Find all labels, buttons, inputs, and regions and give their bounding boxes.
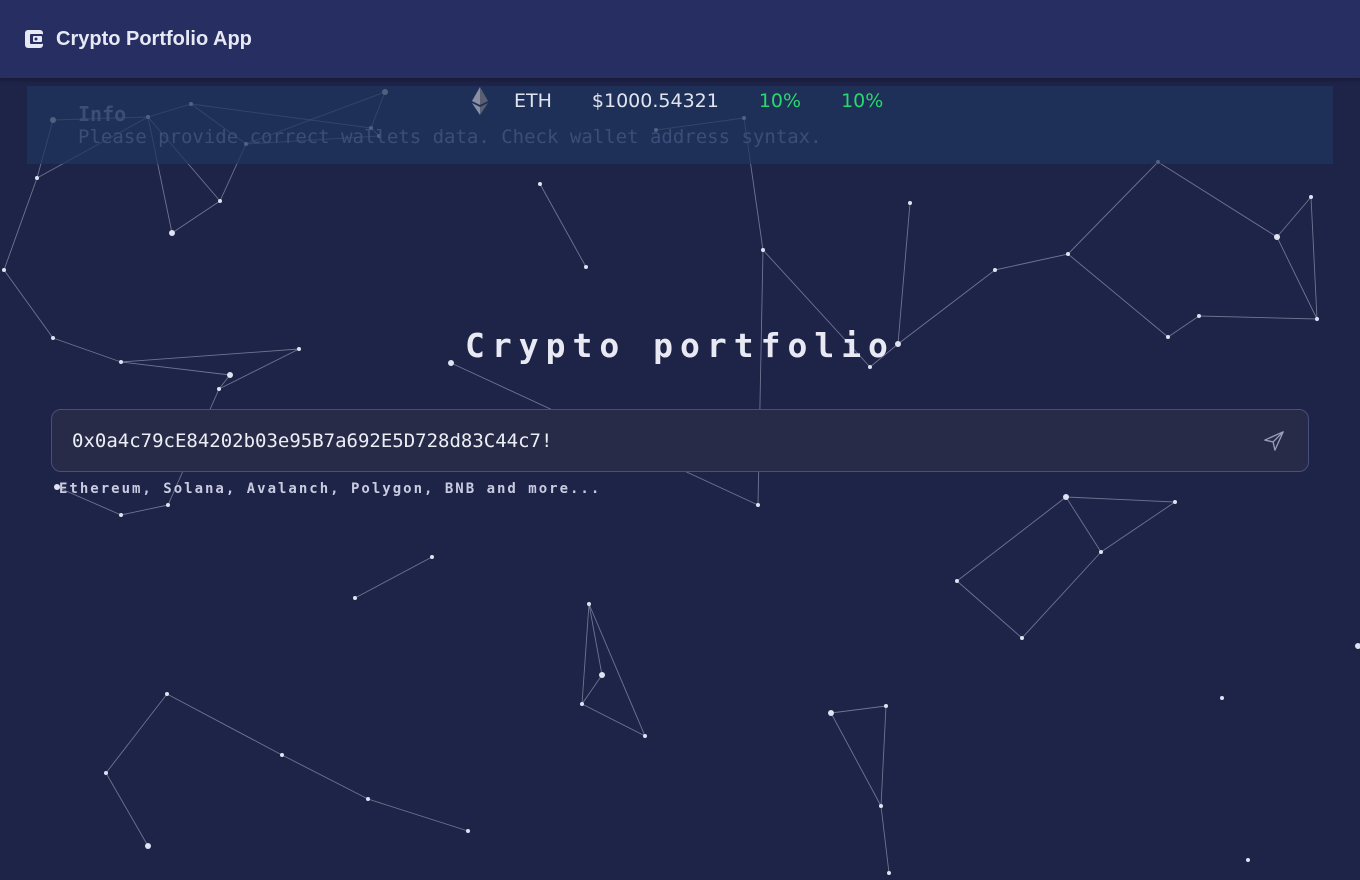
network-link [120, 504, 169, 516]
info-alert-title: Info [78, 102, 127, 126]
network-link [367, 798, 469, 832]
send-button[interactable] [1254, 421, 1294, 461]
network-link [588, 603, 646, 737]
network-link [105, 772, 149, 847]
network-link [588, 603, 603, 676]
network-node [1315, 317, 1319, 321]
network-link [1276, 196, 1312, 238]
network-link [281, 754, 369, 800]
ticker-symbol: ETH [514, 90, 552, 112]
network-link [105, 693, 168, 774]
network-link [354, 556, 433, 599]
network-node [430, 555, 434, 559]
network-node [35, 176, 39, 180]
network-link [956, 580, 1023, 639]
network-link [1021, 551, 1102, 639]
network-link [880, 805, 890, 874]
network-node [119, 513, 123, 517]
network-link [1157, 161, 1278, 238]
network-node [756, 503, 760, 507]
network-node [1197, 314, 1201, 318]
page-title: Crypto portfolio [465, 326, 895, 365]
network-link [1100, 501, 1176, 553]
supported-chains-hint: Ethereum, Solana, Avalanch, Polygon, BNB… [59, 481, 602, 497]
wallet-icon [24, 29, 44, 49]
network-link [1065, 496, 1176, 503]
wallet-address-field [51, 409, 1309, 472]
network-link [897, 202, 911, 345]
wallet-address-input[interactable] [70, 428, 1254, 453]
price-ticker: ETH $1000.54321 10% 10% [470, 86, 883, 116]
network-node [884, 704, 888, 708]
network-node [584, 265, 588, 269]
network-node [2, 268, 6, 272]
network-link [166, 693, 283, 756]
network-link [581, 703, 646, 737]
network-node [145, 843, 151, 849]
network-node [1066, 252, 1070, 256]
network-node [366, 797, 370, 801]
network-link [956, 496, 1067, 582]
network-link [3, 177, 38, 271]
network-node [538, 182, 542, 186]
send-icon [1264, 430, 1284, 451]
network-node [955, 579, 959, 583]
network-node [761, 248, 765, 252]
network-node [1246, 858, 1250, 862]
top-app-bar: Crypto Portfolio App [0, 0, 1360, 78]
network-node [587, 602, 591, 606]
network-link [539, 183, 587, 268]
network-node [1309, 195, 1313, 199]
app-title: Crypto Portfolio App [56, 27, 252, 50]
network-node [353, 596, 357, 600]
network-link [1310, 196, 1318, 320]
network-link [581, 603, 590, 705]
ticker-change-1: 10% [758, 90, 802, 112]
network-node [1220, 696, 1224, 700]
network-link [1067, 161, 1159, 255]
network-node [1020, 636, 1024, 640]
network-node [218, 199, 222, 203]
network-node [227, 372, 233, 378]
network-node [868, 365, 872, 369]
network-link [1198, 315, 1318, 320]
network-node [280, 753, 284, 757]
network-node [887, 871, 891, 875]
network-node [165, 692, 169, 696]
network-link [1276, 236, 1318, 320]
network-node [466, 829, 470, 833]
network-node [643, 734, 647, 738]
network-node [879, 804, 883, 808]
network-link [830, 712, 882, 807]
network-link [880, 705, 887, 807]
network-node [580, 702, 584, 706]
network-node [828, 710, 834, 716]
network-node [217, 387, 221, 391]
network-link [1067, 253, 1169, 338]
network-node [1355, 643, 1360, 649]
network-node [599, 672, 605, 678]
network-node [1099, 550, 1103, 554]
network-node [169, 230, 175, 236]
network-link [1065, 496, 1102, 553]
network-node [993, 268, 997, 272]
network-node [1173, 500, 1177, 504]
network-node [166, 503, 170, 507]
network-link [171, 200, 221, 234]
network-node [1274, 234, 1280, 240]
ethereum-icon [470, 86, 490, 116]
network-link [581, 674, 603, 705]
network-node [908, 201, 912, 205]
ticker-price: $1000.54321 [591, 90, 719, 112]
network-node [1063, 494, 1069, 500]
info-alert-message: Please provide correct wallets data. Che… [78, 126, 822, 148]
network-link [830, 705, 887, 714]
network-link [994, 253, 1069, 271]
ticker-change-2: 10% [841, 90, 884, 112]
network-node [104, 771, 108, 775]
